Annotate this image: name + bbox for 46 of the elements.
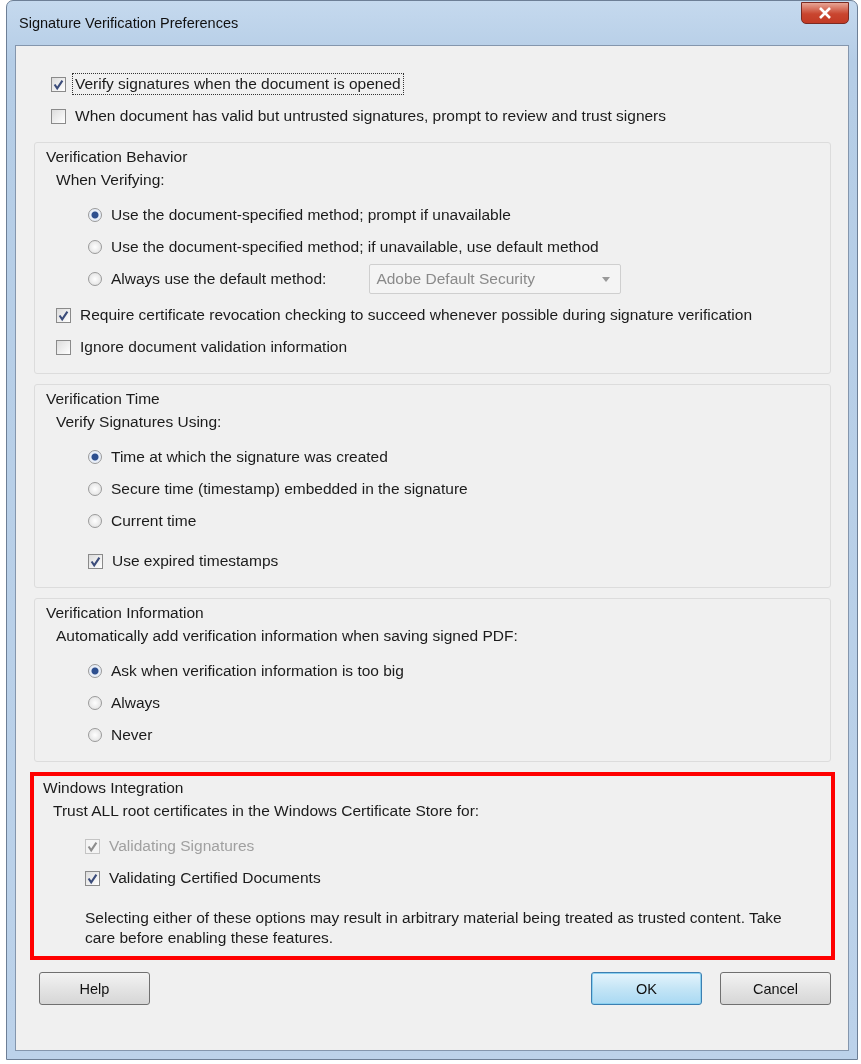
group-subtitle: Verify Signatures Using: (55, 412, 223, 432)
checkbox-label[interactable]: When document has valid but untrusted signatures, prompt to review and trust signers (72, 105, 670, 127)
radio-label[interactable]: Secure time (timestamp) embedded in the signature (108, 478, 471, 500)
radio-button[interactable] (88, 728, 102, 742)
checkbox-label[interactable]: Require certificate revocation checking to succeed whenever possible during signature verification (77, 304, 756, 326)
checkbox[interactable] (85, 870, 100, 886)
radio-button[interactable] (88, 482, 102, 496)
checkbox[interactable] (51, 76, 66, 92)
radio-label[interactable]: Always (108, 692, 164, 714)
group-title: Verification Information (46, 603, 205, 623)
window-title: Signature Verification Preferences (18, 15, 239, 31)
checkbox[interactable] (56, 307, 71, 323)
radio-button[interactable] (88, 272, 102, 286)
checkbox[interactable] (88, 553, 103, 569)
radio-button[interactable] (88, 240, 102, 254)
checkbox[interactable] (56, 339, 71, 355)
ok-button[interactable]: OK (591, 972, 702, 1005)
radio-button[interactable] (88, 664, 102, 678)
radio-button[interactable] (88, 450, 102, 464)
group-subtitle: Automatically add verification information when saving signed PDF: (55, 626, 519, 646)
radio-label[interactable]: Never (108, 724, 156, 746)
radio-label[interactable]: Ask when verification information is too big (108, 660, 407, 682)
checkbox-label[interactable]: Use expired timestamps (109, 550, 282, 572)
radio-label[interactable]: Current time (108, 510, 200, 532)
checkbox-label[interactable]: Ignore document validation information (77, 336, 351, 358)
checkbox-label[interactable]: Validating Certified Documents (106, 867, 324, 889)
radio-label[interactable]: Always use the default method: (108, 268, 330, 290)
caret-icon (602, 276, 611, 282)
dialog-button[interactable]: Cancel (720, 972, 831, 1005)
group-subtitle: Trust ALL root certificates in the Windows Certificate Store for: (52, 801, 481, 821)
group-title: Verification Behavior (46, 147, 189, 167)
warning-text: Selecting either of these options may result in arbitrary material being treated as trusted content. Take care before enabling these features. (85, 908, 783, 948)
radio-label[interactable]: Time at which the signature was created (108, 446, 391, 468)
checkbox-label[interactable]: Verify signatures when the document is opened (72, 73, 404, 95)
close-button[interactable] (801, 2, 849, 24)
radio-button[interactable] (88, 208, 102, 222)
radio-button[interactable] (88, 696, 102, 710)
radio-label[interactable]: Use the document-specified method; if unavailable, use default method (108, 236, 602, 258)
close-icon (818, 7, 832, 19)
dialog-button[interactable]: Help (39, 972, 150, 1005)
group-title: Verification Time (46, 389, 161, 409)
checkbox[interactable] (51, 108, 66, 124)
group-title: Windows Integration (43, 778, 185, 798)
group-subtitle: When Verifying: (55, 170, 166, 190)
radio-button[interactable] (88, 514, 102, 528)
radio-label[interactable]: Use the document-specified method; prompt if unavailable (108, 204, 514, 226)
